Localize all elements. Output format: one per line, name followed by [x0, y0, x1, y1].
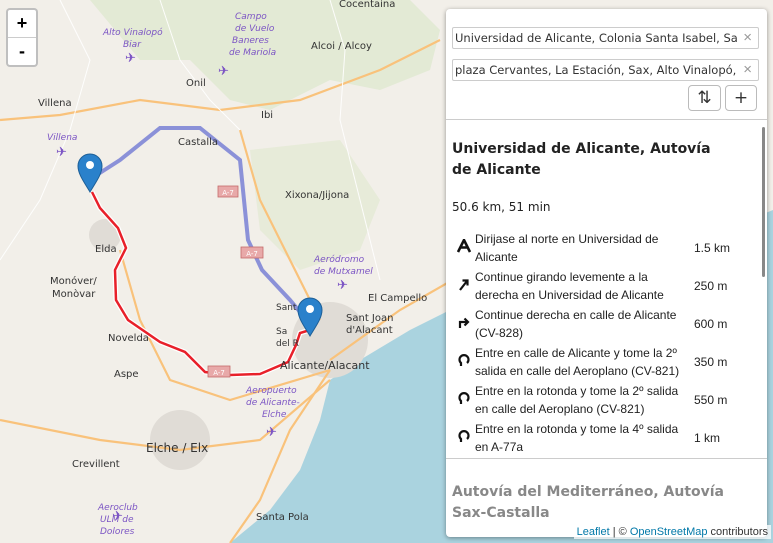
- slight-right-icon: [452, 267, 475, 305]
- place-label: Villena: [38, 98, 72, 109]
- place-label: ULM de: [100, 515, 134, 525]
- place-label: Alcoi / Alcoy: [311, 41, 372, 52]
- road-shield: A-7: [240, 246, 264, 259]
- instruction-distance: 250 m: [694, 279, 728, 293]
- instruction-row[interactable]: Continue girando levemente a la derecha …: [452, 267, 750, 305]
- elche-urban-area: [150, 410, 210, 470]
- zoom-control: + -: [6, 8, 38, 67]
- place-label: Ibi: [261, 110, 273, 121]
- alternative-route-title[interactable]: Autovía del Mediterráneo, Autovía Sax-Ca…: [452, 482, 732, 524]
- scrollbar[interactable]: [762, 127, 765, 277]
- instructions-table: Dirijase al norte en Universidad de Alic…: [452, 229, 750, 457]
- place-label: Crevillent: [72, 459, 120, 470]
- instruction-text: Entre en la rotonda y tome la 4º salida …: [475, 422, 679, 454]
- route-summary: 50.6 km, 51 min: [452, 200, 551, 214]
- routing-panel: × × ⇅ + Universidad de Alicante, Autovía…: [446, 9, 767, 537]
- place-label: Monóver/: [50, 275, 97, 287]
- place-label: Sa: [276, 327, 287, 337]
- road-shield: A-7: [207, 365, 231, 378]
- svg-text:A-7: A-7: [222, 189, 234, 197]
- place-label: Villena: [47, 133, 77, 143]
- place-label: Alicante/Alacant: [280, 359, 370, 372]
- instruction-distance: 600 m: [694, 317, 728, 331]
- place-label: Elda: [95, 244, 117, 255]
- place-label: Alto Vinalopó: [102, 27, 163, 38]
- airport-icon: ✈: [266, 425, 277, 440]
- instruction-row[interactable]: Entre en la rotonda y tome la 4º salida …: [452, 419, 750, 457]
- place-label: Biar: [123, 40, 142, 50]
- instruction-distance: 550 m: [694, 393, 728, 407]
- place-label: El Campello: [368, 293, 427, 304]
- road-shield: A-7: [217, 185, 239, 198]
- instruction-row[interactable]: Continue derecha en calle de Alicante (C…: [452, 305, 750, 343]
- place-label: Baneres: [232, 36, 269, 46]
- instruction-distance: 1 km: [694, 431, 721, 445]
- clear-from-icon[interactable]: ×: [743, 28, 752, 48]
- divider: [446, 458, 767, 459]
- place-label: d'Alacant: [346, 325, 393, 336]
- instruction-distance: 1.5 km: [694, 241, 731, 255]
- place-label: de Mariola: [229, 48, 276, 58]
- place-label: Monòvar: [52, 288, 96, 300]
- svg-text:A-7: A-7: [213, 369, 225, 377]
- roundabout-icon: [452, 381, 475, 419]
- leaflet-link[interactable]: Leaflet: [577, 526, 610, 538]
- instruction-distance: 350 m: [694, 355, 728, 369]
- place-label: Campo: [235, 12, 267, 22]
- instruction-row[interactable]: Dirijase al norte en Universidad de Alic…: [452, 229, 750, 267]
- place-label: Cocentaina: [339, 0, 395, 10]
- attribution: Leaflet | © OpenStreetMap contributors: [573, 525, 771, 539]
- place-label: Dolores: [100, 527, 135, 537]
- clear-to-icon[interactable]: ×: [743, 60, 752, 80]
- waypoint-to: ×: [452, 59, 759, 81]
- reverse-waypoints-button[interactable]: ⇅: [688, 85, 721, 111]
- place-label: Onil: [186, 78, 206, 89]
- place-label: Santa Pola: [256, 512, 309, 523]
- place-label: Aspe: [114, 369, 139, 380]
- place-label: Castalla: [178, 137, 218, 148]
- place-label: Elche / Elx: [146, 441, 208, 455]
- place-label: Sant: [276, 303, 297, 313]
- instruction-text: Dirijase al norte en Universidad de Alic…: [475, 232, 659, 264]
- place-label: Elche: [262, 410, 287, 420]
- zoom-in-button[interactable]: +: [8, 10, 36, 37]
- from-input[interactable]: [453, 28, 737, 48]
- instruction-row[interactable]: Entre en calle de Alicante y tome la 2º …: [452, 343, 750, 381]
- roundabout-icon: [452, 343, 475, 381]
- add-waypoint-button[interactable]: +: [725, 85, 757, 111]
- turn-right-icon: [452, 305, 475, 343]
- airfield-icon: ✈: [125, 51, 136, 66]
- instruction-row[interactable]: Entre en la rotonda y tome la 2º salida …: [452, 381, 750, 419]
- depart-icon: [452, 229, 475, 267]
- place-label: de Vuelo: [235, 24, 275, 34]
- place-label: Aeródromo: [313, 254, 365, 265]
- place-label: Aeropuerto: [245, 386, 297, 396]
- zoom-out-button[interactable]: -: [8, 37, 36, 65]
- place-label: de Alicante-: [246, 398, 300, 408]
- place-label: Sant Joan: [346, 313, 393, 324]
- place-label: de Mutxamel: [314, 267, 373, 277]
- airfield-icon: ✈: [337, 278, 348, 293]
- airfield-icon: ✈: [56, 145, 67, 160]
- instruction-text: Entre en la rotonda y tome la 2º salida …: [475, 384, 679, 416]
- place-label: Xixona/Jijona: [285, 190, 349, 201]
- route-title[interactable]: Universidad de Alicante, Autovía de Alic…: [452, 139, 732, 181]
- instruction-text: Continue girando levemente a la derecha …: [475, 270, 664, 302]
- place-label: del R: [276, 339, 299, 349]
- instruction-text: Continue derecha en calle de Alicante (C…: [475, 308, 677, 340]
- svg-text:A-7: A-7: [246, 250, 258, 258]
- divider: [446, 119, 767, 120]
- waypoint-from: ×: [452, 27, 759, 49]
- to-input[interactable]: [453, 60, 737, 80]
- roundabout-icon: [452, 419, 475, 457]
- airfield-icon: ✈: [218, 64, 229, 79]
- place-label: Aeroclub: [97, 503, 138, 513]
- instruction-text: Entre en calle de Alicante y tome la 2º …: [475, 346, 680, 378]
- place-label: Novelda: [108, 333, 149, 344]
- osm-link[interactable]: OpenStreetMap: [630, 526, 708, 538]
